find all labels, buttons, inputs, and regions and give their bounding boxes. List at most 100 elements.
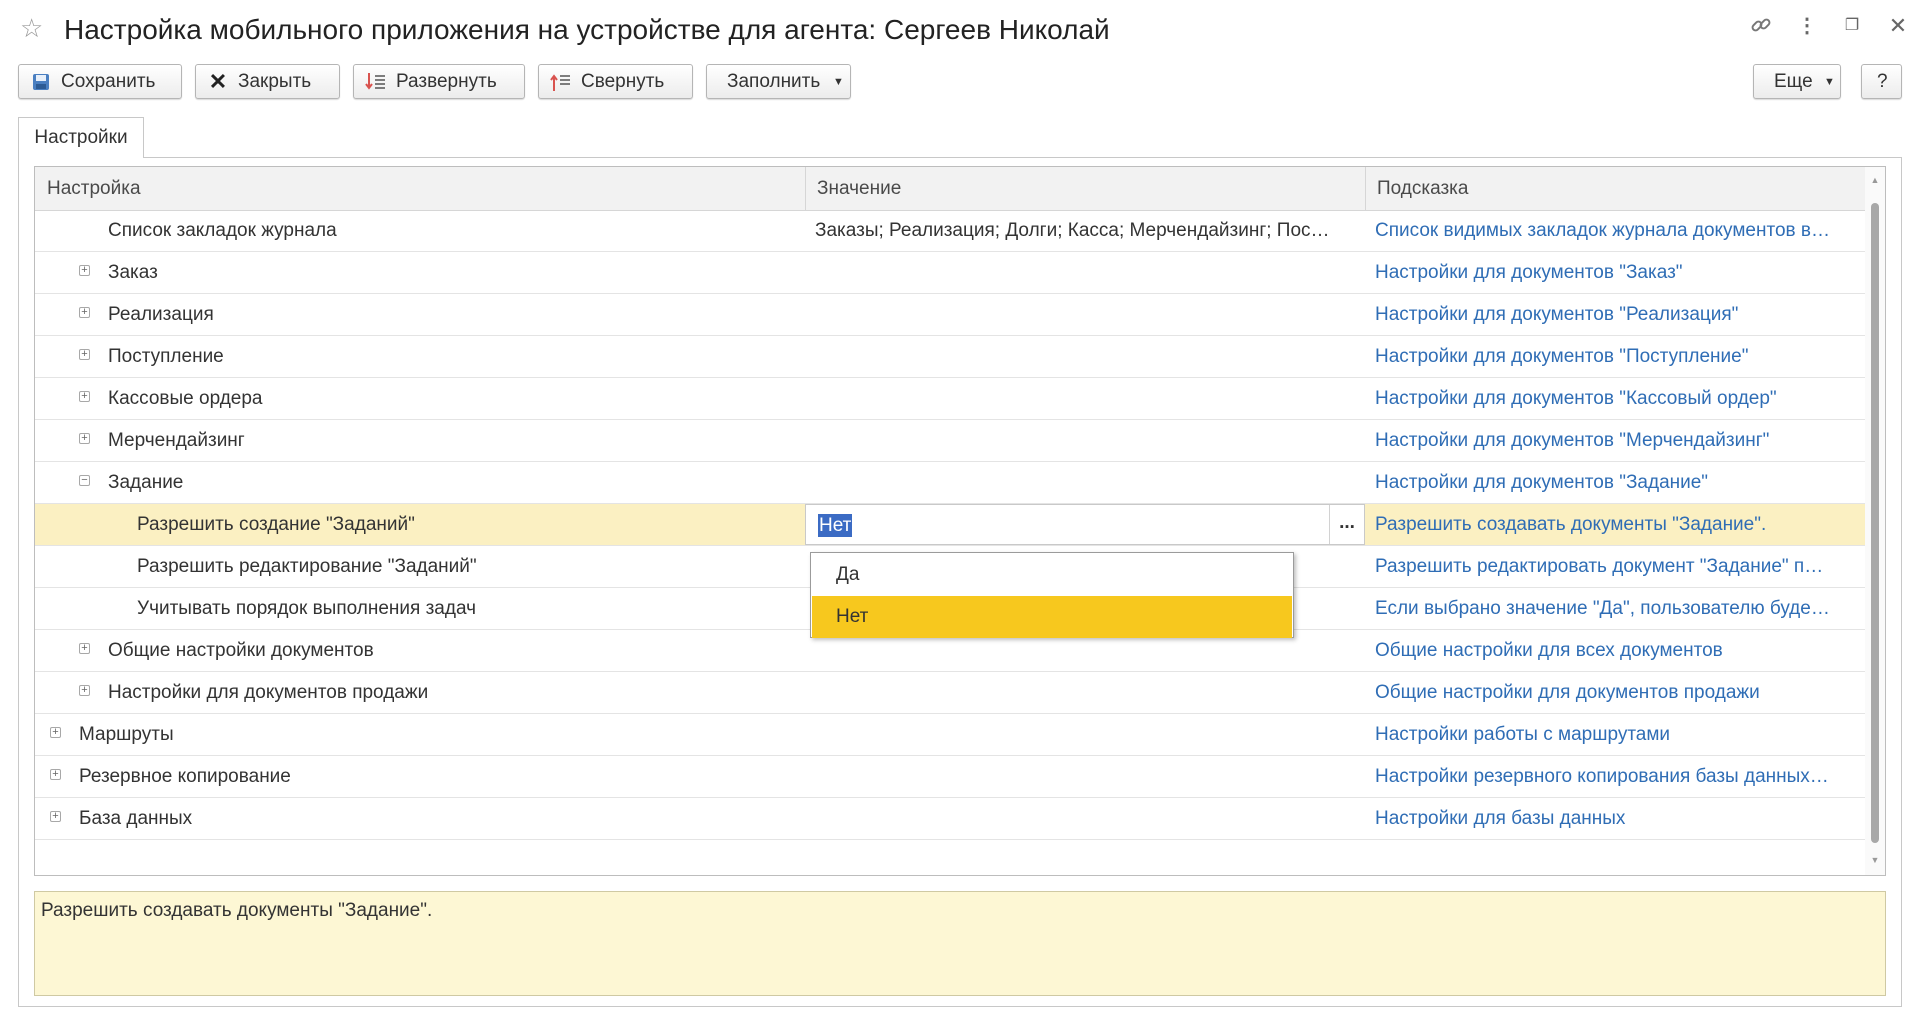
- collapse-tree-icon: [549, 65, 573, 104]
- expand-node-icon[interactable]: +: [50, 769, 61, 780]
- expand-node-icon[interactable]: +: [50, 811, 61, 822]
- setting-name: Маршруты: [79, 724, 174, 745]
- column-header-value[interactable]: Значение: [805, 167, 1365, 210]
- chevron-down-icon: ▼: [833, 76, 844, 88]
- expand-node-icon[interactable]: +: [79, 349, 90, 360]
- setting-value[interactable]: [815, 798, 1355, 839]
- setting-hint-link[interactable]: Настройки для документов "Мерчендайзинг": [1375, 420, 1885, 461]
- setting-hint-link[interactable]: Общие настройки для документов продажи: [1375, 672, 1885, 713]
- setting-value[interactable]: [815, 756, 1355, 797]
- table-row[interactable]: − Задание Настройки для документов "Задани…: [35, 462, 1865, 504]
- setting-name: Общие настройки документов: [108, 640, 374, 661]
- table-row[interactable]: + Реализация Настройки для документов "Реа…: [35, 294, 1865, 336]
- collapse-node-icon[interactable]: −: [79, 475, 90, 486]
- scroll-up-icon[interactable]: ▲: [1865, 175, 1885, 185]
- fill-dropdown-button[interactable]: Заполнить ▼: [706, 64, 851, 99]
- expand-node-icon[interactable]: +: [79, 433, 90, 444]
- setting-name: База данных: [79, 808, 193, 829]
- expand-node-icon[interactable]: +: [79, 685, 90, 696]
- table-row[interactable]: + Кассовые ордера Настройки для документов…: [35, 378, 1865, 420]
- favorite-star-icon[interactable]: ☆: [20, 14, 43, 42]
- vertical-scrollbar[interactable]: ▲ ▼: [1865, 167, 1885, 875]
- setting-hint-link[interactable]: Если выбрано значение "Да", пользователю…: [1375, 588, 1885, 629]
- tab-settings[interactable]: Настройки: [18, 117, 144, 158]
- setting-value[interactable]: [815, 672, 1355, 713]
- hint-panel: Разрешить создавать документы "Задание".: [34, 891, 1886, 996]
- setting-name: Мерчендайзинг: [108, 430, 245, 451]
- value-dropdown-list[interactable]: Да Нет: [810, 552, 1294, 638]
- setting-hint-link[interactable]: Разрешить редактировать документ "Задани…: [1375, 546, 1885, 587]
- setting-name: Настройки для документов продажи: [108, 682, 429, 703]
- setting-value[interactable]: [815, 252, 1355, 293]
- column-header-hint[interactable]: Подсказка: [1365, 167, 1865, 210]
- link-icon[interactable]: [1749, 14, 1773, 42]
- value-input-text: Нет: [818, 514, 853, 537]
- restore-window-icon[interactable]: ❐: [1840, 14, 1864, 38]
- setting-hint-link[interactable]: Настройки резервного копирования базы да…: [1375, 756, 1885, 797]
- setting-hint-link[interactable]: Настройки для документов "Кассовый ордер…: [1375, 378, 1885, 419]
- expand-tree-icon: [364, 65, 388, 104]
- table-row[interactable]: + Настройки для документов продажи Общие н…: [35, 672, 1865, 714]
- setting-hint-link[interactable]: Настройки для документов "Реализация": [1375, 294, 1885, 335]
- close-button[interactable]: ✕ Закрыть: [195, 64, 340, 99]
- expand-node-icon[interactable]: +: [79, 265, 90, 276]
- help-button[interactable]: ?: [1861, 64, 1902, 99]
- setting-value[interactable]: [815, 462, 1355, 503]
- table-row[interactable]: + База данных Настройки для базы данных: [35, 798, 1865, 840]
- setting-name: Разрешить создание "Заданий": [137, 514, 415, 535]
- setting-name: Учитывать порядок выполнения задач: [137, 598, 477, 619]
- grid-header: Настройка Значение Подсказка: [35, 167, 1865, 211]
- table-row[interactable]: + Маршруты Настройки работы с маршрутами: [35, 714, 1865, 756]
- more-actions-button[interactable]: Еще ▼: [1753, 64, 1841, 99]
- expand-node-icon[interactable]: +: [79, 643, 90, 654]
- dropdown-option-no[interactable]: Нет: [812, 596, 1292, 638]
- setting-hint-link[interactable]: Настройки для документов "Задание": [1375, 462, 1885, 503]
- setting-value[interactable]: [815, 378, 1355, 419]
- setting-hint-link[interactable]: Настройки для базы данных: [1375, 798, 1885, 839]
- setting-value[interactable]: [815, 336, 1355, 377]
- setting-hint-link[interactable]: Настройки работы с маршрутами: [1375, 714, 1885, 755]
- scroll-down-icon[interactable]: ▼: [1865, 855, 1885, 865]
- save-button[interactable]: Сохранить: [18, 64, 182, 99]
- window-title: Настройка мобильного приложения на устро…: [64, 14, 1110, 45]
- table-row[interactable]: + Поступление Настройки для документов "По…: [35, 336, 1865, 378]
- more-button-label: Еще: [1774, 71, 1813, 92]
- value-input[interactable]: Нет...: [805, 504, 1365, 545]
- setting-value[interactable]: [815, 420, 1355, 461]
- setting-hint-link[interactable]: Общие настройки для всех документов: [1375, 630, 1885, 671]
- expand-node-icon[interactable]: +: [79, 391, 90, 402]
- setting-value[interactable]: [815, 714, 1355, 755]
- chevron-down-icon: ▼: [1824, 76, 1835, 88]
- table-row[interactable]: + Заказ Настройки для документов "Заказ": [35, 252, 1865, 294]
- collapse-all-button[interactable]: Свернуть: [538, 64, 693, 99]
- table-row[interactable]: Разрешить создание "Заданий" Нет... Разреш…: [35, 504, 1865, 546]
- table-row[interactable]: + Мерчендайзинг Настройки для документов "…: [35, 420, 1865, 462]
- close-window-icon[interactable]: ✕: [1886, 14, 1910, 38]
- close-x-icon: ✕: [208, 69, 228, 94]
- help-button-label: ?: [1877, 71, 1888, 92]
- settings-tree-grid[interactable]: Настройка Значение Подсказка Список закл…: [34, 166, 1886, 876]
- setting-value[interactable]: Заказы; Реализация; Долги; Касса; Мерчен…: [815, 210, 1355, 251]
- choice-ellipsis-button[interactable]: ...: [1329, 505, 1364, 544]
- setting-hint-link[interactable]: Настройки для документов "Заказ": [1375, 252, 1885, 293]
- setting-name: Заказ: [108, 262, 158, 283]
- expand-node-icon[interactable]: +: [50, 727, 61, 738]
- table-row[interactable]: Список закладок журнала Заказы; Реализаци…: [35, 210, 1865, 252]
- setting-hint-link[interactable]: Список видимых закладок журнала документ…: [1375, 210, 1885, 251]
- table-row[interactable]: + Резервное копирование Настройки резервно…: [35, 756, 1865, 798]
- setting-value[interactable]: [815, 294, 1355, 335]
- collapse-all-label: Свернуть: [581, 71, 665, 92]
- setting-name: Реализация: [108, 304, 214, 325]
- dropdown-option-yes[interactable]: Да: [812, 554, 1292, 596]
- setting-hint-link[interactable]: Разрешить создавать документы "Задание".: [1375, 504, 1885, 545]
- expand-all-label: Развернуть: [396, 71, 497, 92]
- expand-node-icon[interactable]: +: [79, 307, 90, 318]
- setting-name: Кассовые ордера: [108, 388, 263, 409]
- column-header-setting[interactable]: Настройка: [35, 167, 805, 210]
- setting-name: Поступление: [108, 346, 224, 367]
- expand-all-button[interactable]: Развернуть: [353, 64, 525, 99]
- setting-hint-link[interactable]: Настройки для документов "Поступление": [1375, 336, 1885, 377]
- more-menu-icon[interactable]: ⋮: [1795, 14, 1819, 38]
- setting-name: Резервное копирование: [79, 766, 291, 787]
- scrollbar-thumb[interactable]: [1871, 203, 1879, 843]
